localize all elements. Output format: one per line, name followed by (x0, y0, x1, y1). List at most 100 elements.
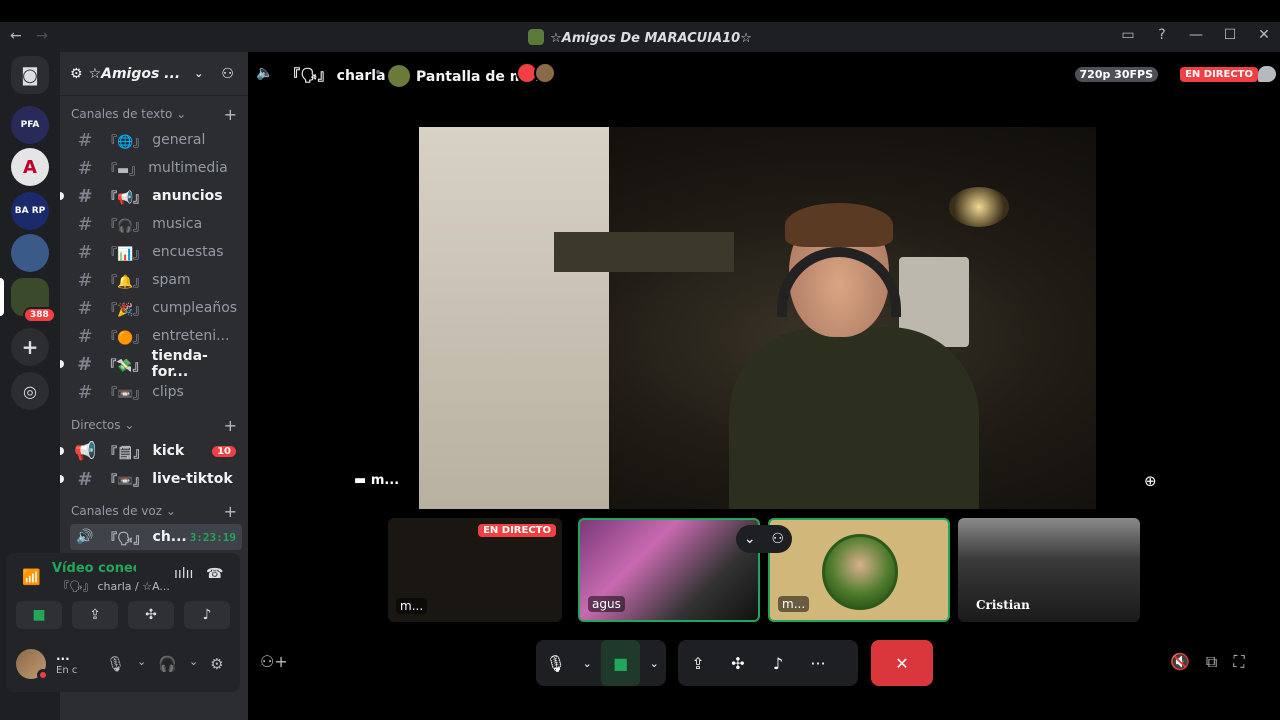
mute-output-icon[interactable]: 🔇 (1170, 652, 1190, 672)
participant-tile[interactable]: Cristian (958, 518, 1140, 622)
view-controls: 🔇 ⧉ ⛶ (1170, 652, 1245, 672)
screen-share-button[interactable]: ⇪ (678, 640, 718, 686)
hangup-button[interactable]: ✕ (871, 640, 933, 686)
voice-channel-link[interactable]: 『🗣』 charla / ☆A... (58, 578, 170, 594)
disconnect-icon[interactable]: ☎ (206, 566, 223, 582)
server-ba[interactable]: BA RP (11, 192, 49, 230)
mic-icon[interactable]: 🎙 (106, 655, 125, 673)
channel-anuncios[interactable]: # 『📢』 anuncios (60, 183, 242, 209)
signal-icon[interactable]: 📶 (22, 568, 41, 586)
channel-clips[interactable]: # 『📼』 clips (70, 379, 242, 405)
channel-cumpleanos[interactable]: # 『🎉』 cumpleaños (70, 295, 242, 321)
category-text[interactable]: Canales de texto ⌄ + (71, 105, 241, 124)
participant-tile[interactable]: m... (768, 518, 950, 622)
category-voice[interactable]: Canales de voz ⌄ + (71, 502, 241, 521)
separator: • (374, 65, 383, 81)
server-header[interactable]: ⚙ ☆Amigos ... ⌄ ⚇ (60, 52, 248, 96)
help-icon[interactable]: ? (1154, 27, 1170, 43)
channel-tienda[interactable]: # 『💸』 tienda-for... (60, 348, 242, 380)
add-user-icon[interactable]: ⚇+ (260, 652, 288, 671)
tile-controls[interactable]: ⌄ ⚇ (736, 525, 792, 553)
server-pfa[interactable]: PFA (11, 106, 49, 144)
server-name: ☆Amigos ... (88, 65, 181, 82)
maximize-button[interactable]: ☐ (1222, 27, 1238, 43)
avatar[interactable] (16, 649, 49, 681)
channel-encuestas[interactable]: # 『📊』 encuestas (70, 239, 242, 265)
server-4[interactable] (11, 234, 49, 272)
channel-spam[interactable]: # 『🔔』 spam (70, 267, 242, 293)
camera-button[interactable]: ■ (16, 601, 62, 629)
people-icon[interactable]: ⚇ (772, 531, 785, 547)
server-icon (528, 29, 545, 45)
activity-controls: ⇪ ✣ ♪ ··· (678, 640, 858, 686)
user-controls: 🎙 ⌄ 🎧 ⌄ ⚙ (106, 655, 224, 673)
fullscreen-icon[interactable]: ⛶ (1233, 652, 1244, 672)
voice-channel-charla[interactable]: 🔊 『🗣』 ch... 3:23:19 (70, 524, 242, 550)
main-video[interactable] (419, 127, 1096, 509)
invite-icon[interactable]: ⚇ (221, 66, 234, 82)
discover-button[interactable]: ◎ (11, 372, 49, 410)
screen-icon: ▬ (354, 473, 371, 488)
channel-musica[interactable]: # 『🎧』 musica (70, 211, 242, 237)
hash-icon: # (77, 269, 93, 291)
hash-icon: # (77, 325, 93, 347)
screen-share-button[interactable]: ⇪ (72, 601, 118, 629)
top-gap (0, 0, 1280, 22)
add-channel-icon[interactable]: + (224, 502, 237, 521)
add-server-button[interactable]: + (11, 328, 49, 366)
viewer-avatar (534, 62, 556, 84)
more-button[interactable]: ··· (798, 640, 838, 686)
soundboard-button[interactable]: ♪ (184, 601, 230, 629)
server-a[interactable]: A (11, 148, 49, 186)
headphones-icon[interactable]: 🎧 (158, 655, 177, 673)
folder-badge: 388 (23, 307, 56, 323)
channel-general[interactable]: # 『🌐』 general (70, 127, 242, 153)
channel-entretenimiento[interactable]: # 『🟠』 entreteni... (70, 323, 242, 349)
soundboard-button[interactable]: ♪ (758, 640, 798, 686)
noise-suppression-icon[interactable]: ıılıı (174, 566, 193, 582)
hash-icon: # (77, 297, 93, 319)
participant-avatar (822, 534, 898, 610)
close-button[interactable]: ✕ (1256, 27, 1272, 43)
participant-name: m... (778, 596, 810, 612)
activities-button[interactable]: ✣ (718, 640, 758, 686)
speaker-icon: 🔊 (76, 529, 94, 545)
media-controls: 🎙 ⌄ ■ ⌄ (536, 640, 666, 686)
home-button[interactable]: ◙ (11, 56, 49, 94)
video-person (729, 203, 979, 509)
hash-icon: # (77, 157, 93, 179)
settings-gear-icon[interactable]: ⚙ (210, 655, 223, 673)
inbox-icon[interactable]: ▭ (1120, 27, 1136, 43)
chevron-down-icon[interactable]: ⌄ (137, 655, 146, 673)
chevron-down-icon[interactable]: ⌄ (744, 531, 756, 547)
hash-icon: # (77, 381, 93, 403)
selected-pill (0, 278, 4, 316)
activities-button[interactable]: ✣ (128, 601, 174, 629)
channel-kick[interactable]: 📢 『🗒』 kick 10 (60, 438, 242, 464)
hash-icon: # (77, 468, 93, 490)
category-direct[interactable]: Directos ⌄ + (71, 416, 241, 435)
participant-tile[interactable]: agus (578, 518, 760, 622)
user-name: ... (56, 649, 70, 663)
mic-options-chevron[interactable]: ⌄ (575, 640, 599, 686)
viewer-avatars[interactable] (516, 62, 556, 84)
participant-tile[interactable]: EN DIRECTO m... (388, 518, 562, 622)
voice-status[interactable]: Vídeo conectado (52, 561, 136, 576)
chevron-down-icon[interactable]: ⌄ (189, 655, 198, 673)
hash-icon: # (77, 185, 93, 207)
chat-icon[interactable] (1258, 66, 1276, 82)
add-channel-icon[interactable]: + (224, 105, 237, 124)
add-channel-icon[interactable]: + (224, 416, 237, 435)
user-panel: ... En c 🎙 ⌄ 🎧 ⌄ ⚙ (6, 637, 240, 692)
channel-multimedia[interactable]: # 『▬』 multimedia (70, 155, 242, 181)
camera-button[interactable]: ■ (601, 640, 641, 686)
minimize-button[interactable]: — (1188, 27, 1204, 43)
camera-options-chevron[interactable]: ⌄ (642, 640, 666, 686)
popout-icon[interactable]: ⧉ (1206, 652, 1217, 672)
streamer-avatar (388, 65, 410, 87)
window-buttons: ▭ ? — ☐ ✕ (1120, 27, 1272, 43)
zoom-icon[interactable]: ⊕ (1144, 472, 1157, 490)
hash-icon: # (77, 353, 93, 375)
channel-live-tiktok[interactable]: # 『📼』 live-tiktok (60, 466, 242, 492)
mic-button[interactable]: 🎙 (536, 640, 575, 686)
